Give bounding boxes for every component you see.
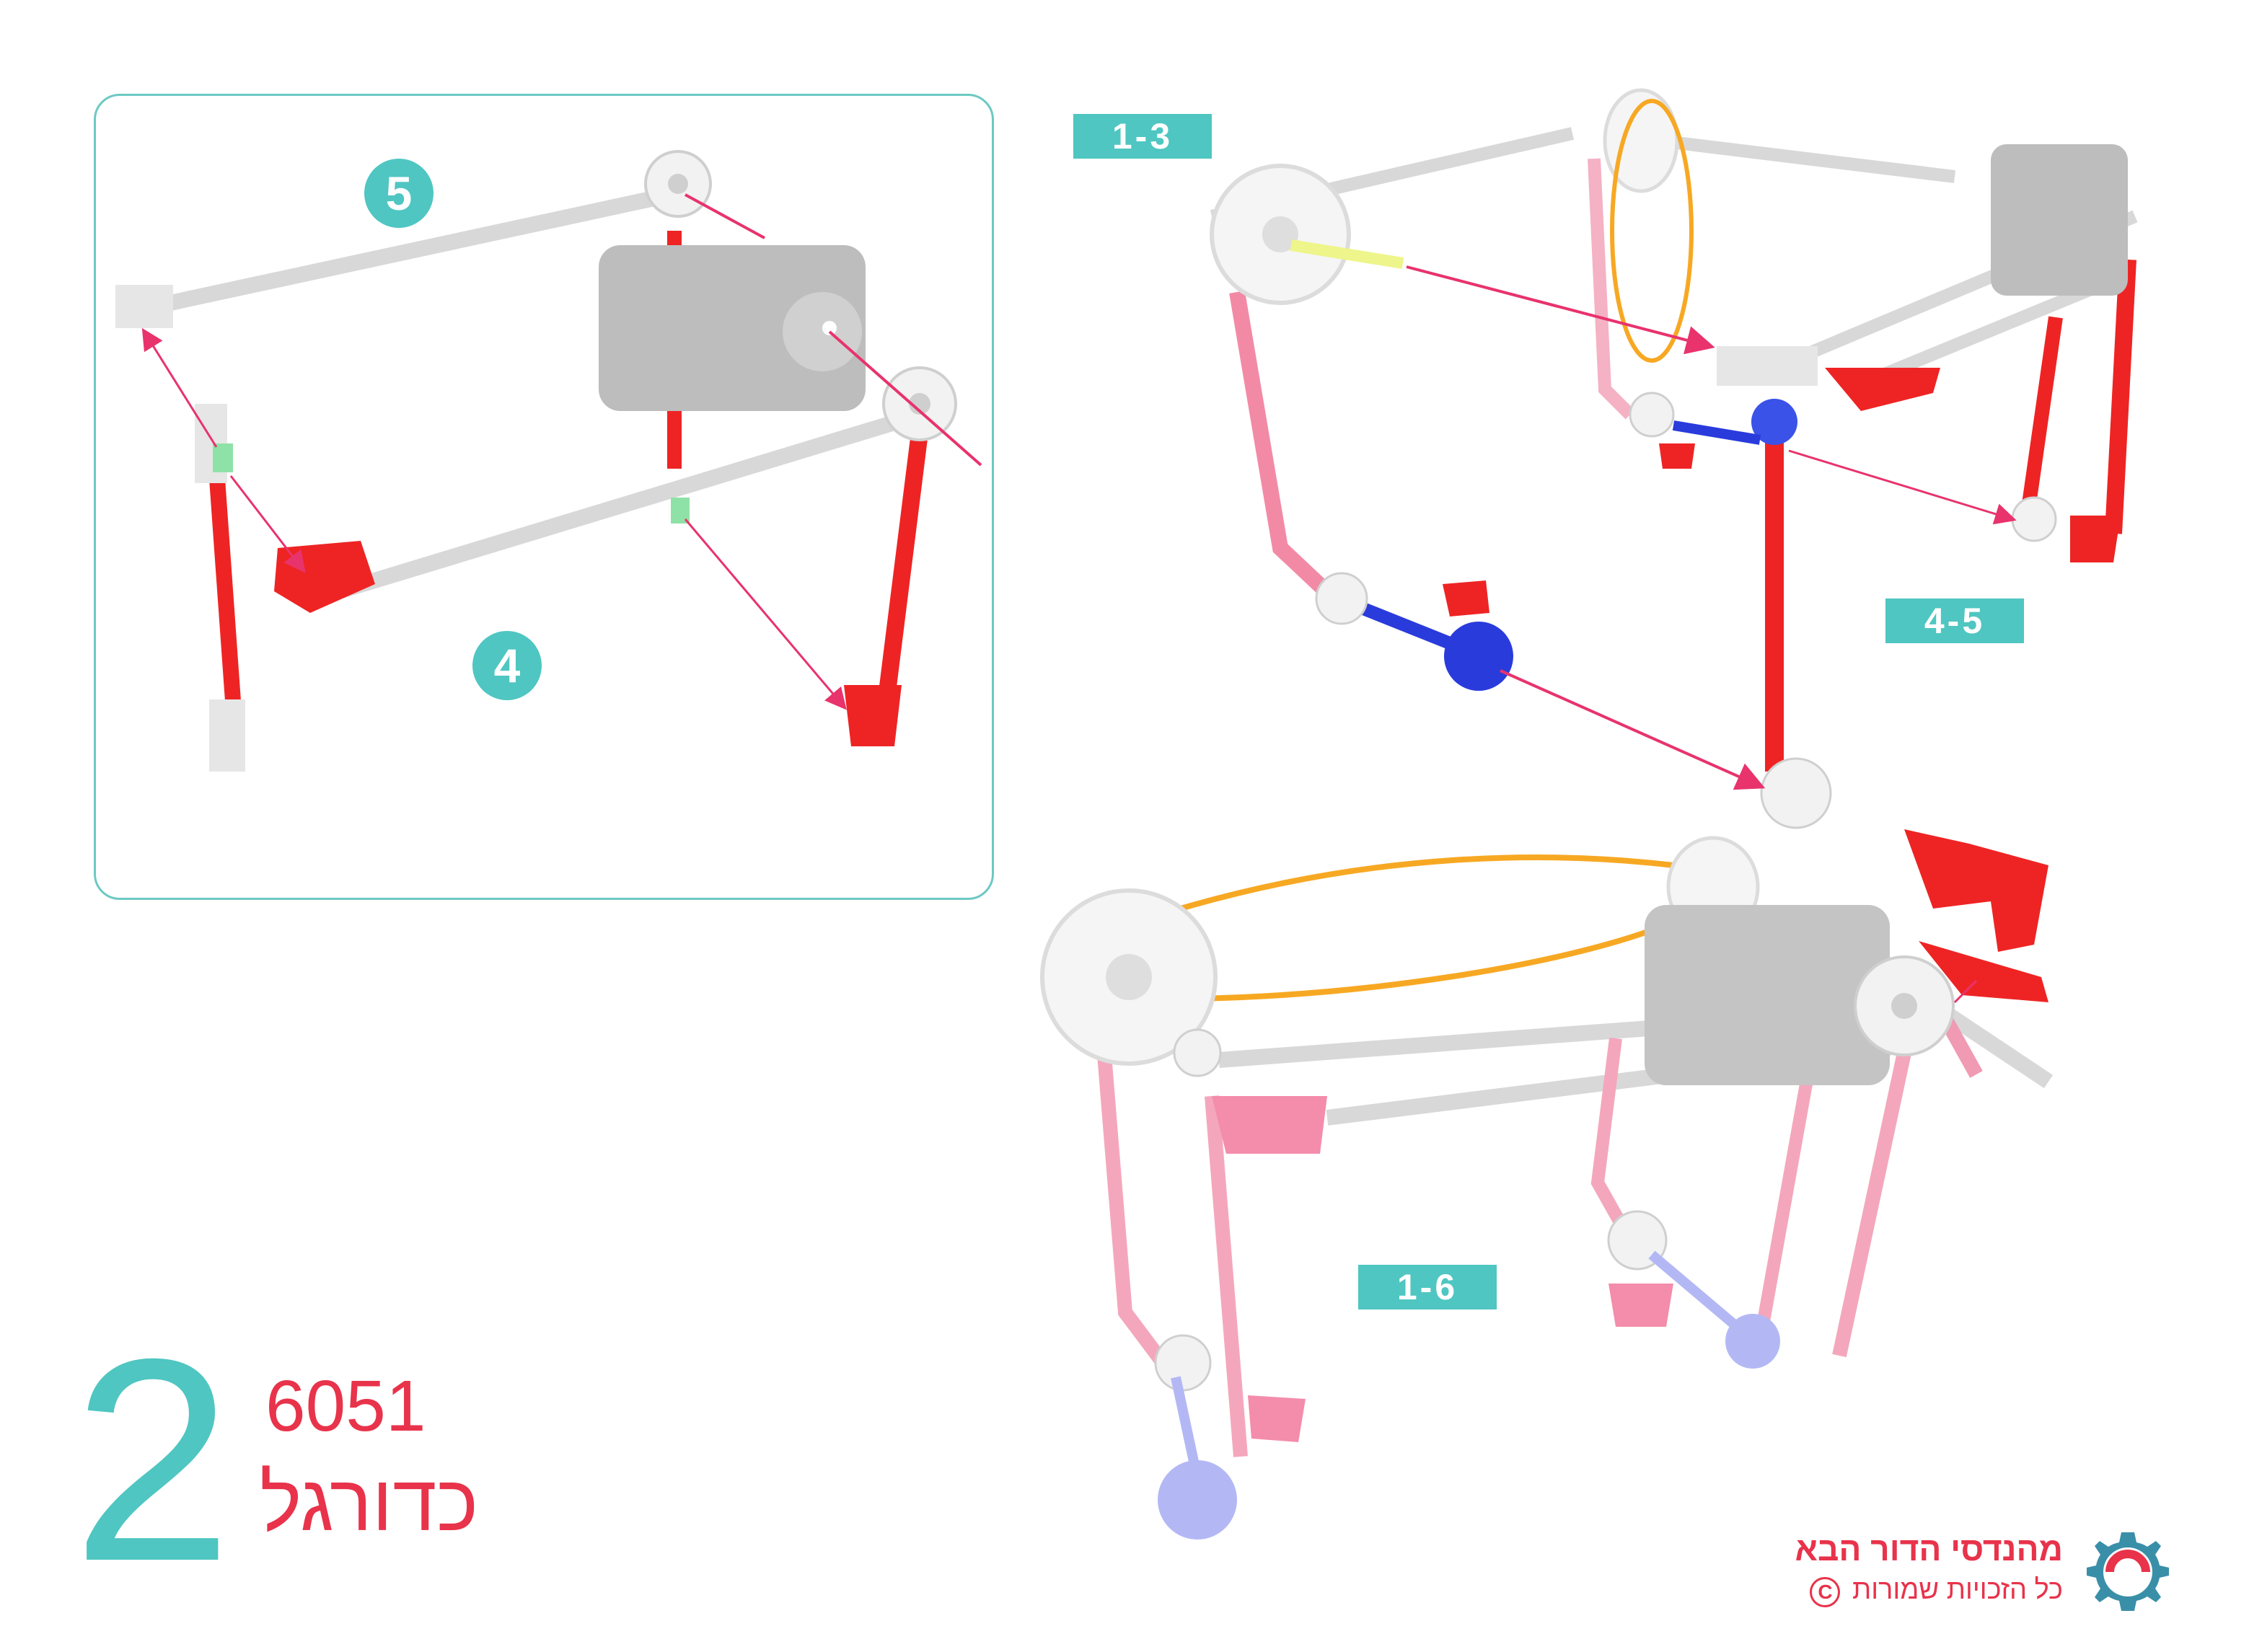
red-corner-connector — [1659, 443, 1695, 469]
stage-label: 1-3 — [1073, 114, 1212, 159]
pink-rod — [1229, 291, 1347, 612]
pink-corner-connector — [1212, 1096, 1327, 1154]
blue-rod — [1672, 420, 1761, 445]
motor-icon — [1645, 905, 1890, 1085]
pink-rod — [1590, 1037, 1636, 1244]
pink-corner-connector — [1248, 1395, 1306, 1442]
hub-connector-icon — [644, 150, 712, 218]
rubber-band — [1197, 927, 1653, 1002]
bottom-right-assembly — [1040, 829, 2054, 1540]
inset-assembly — [115, 150, 982, 772]
instruction-page: 5 4 1-3 4-5 1-6 2 6051 כדורגל מהנדסי הדו… — [0, 0, 2249, 1652]
copyright-line: כל הזכויות שמורות C — [1760, 1572, 2063, 1608]
motor-hub — [783, 292, 862, 371]
guide-arrow — [229, 475, 306, 573]
motor-icon — [1991, 144, 2128, 296]
gear-logo-icon — [2087, 1532, 2169, 1611]
brand-name: מהנדסי הדור הבא — [1795, 1530, 2063, 1568]
red-corner-connector — [844, 685, 902, 746]
red-rod — [208, 468, 242, 722]
hub-connector-icon — [1854, 955, 1955, 1056]
copyright-text: כל הזכויות שמורות — [1852, 1575, 2063, 1605]
red-corner-connector — [2070, 516, 2121, 562]
page-number: 2 — [72, 1299, 233, 1621]
model-name: כדורגל — [260, 1459, 479, 1547]
red-corner-connector — [1825, 368, 1940, 411]
red-corner-connector — [1904, 829, 2048, 952]
step-number-badge: 5 — [364, 159, 433, 228]
pink-rod — [1832, 1051, 1911, 1358]
stage-label: 4-5 — [1885, 598, 2024, 643]
hub-connector-icon — [1760, 757, 1832, 829]
copyright-icon: C — [1810, 1577, 1841, 1607]
grey-connector — [209, 699, 245, 772]
hub-connector-icon — [1173, 1028, 1222, 1077]
red-corner-connector — [1443, 580, 1489, 617]
red-rod — [875, 431, 928, 723]
stage-label: 1-6 — [1358, 1265, 1497, 1309]
grey-rod — [331, 410, 917, 599]
hub-connector-icon — [1315, 572, 1368, 625]
pink-rod — [1753, 1059, 1817, 1343]
hub-connector-icon — [1444, 622, 1513, 691]
red-rod — [2105, 259, 2136, 534]
rubber-band — [1167, 854, 1674, 915]
pink-rod — [1096, 1045, 1174, 1374]
guide-arrow — [1406, 265, 1715, 355]
model-number: 6051 — [265, 1366, 426, 1446]
top-right-assembly — [1210, 88, 2138, 829]
guide-arrow — [1500, 669, 1766, 790]
hub-connector-icon — [1629, 392, 1675, 438]
blue-rod — [1353, 599, 1467, 655]
grey-rod — [1658, 134, 1956, 183]
red-rod — [2020, 316, 2063, 521]
hub-connector-icon — [1154, 1334, 1212, 1392]
guide-arrow — [685, 193, 765, 239]
grey-connector — [1717, 346, 1818, 386]
hub-connector-icon — [2011, 496, 2057, 542]
grey-connector — [115, 285, 173, 328]
step-number-badge: 4 — [472, 631, 542, 700]
guide-arrow — [684, 518, 847, 710]
pink-corner-connector — [1608, 1284, 1673, 1327]
green-clip — [213, 443, 233, 472]
guide-arrow — [1788, 449, 2017, 525]
hub-connector-icon — [882, 366, 957, 441]
guide-arrow — [141, 327, 218, 448]
